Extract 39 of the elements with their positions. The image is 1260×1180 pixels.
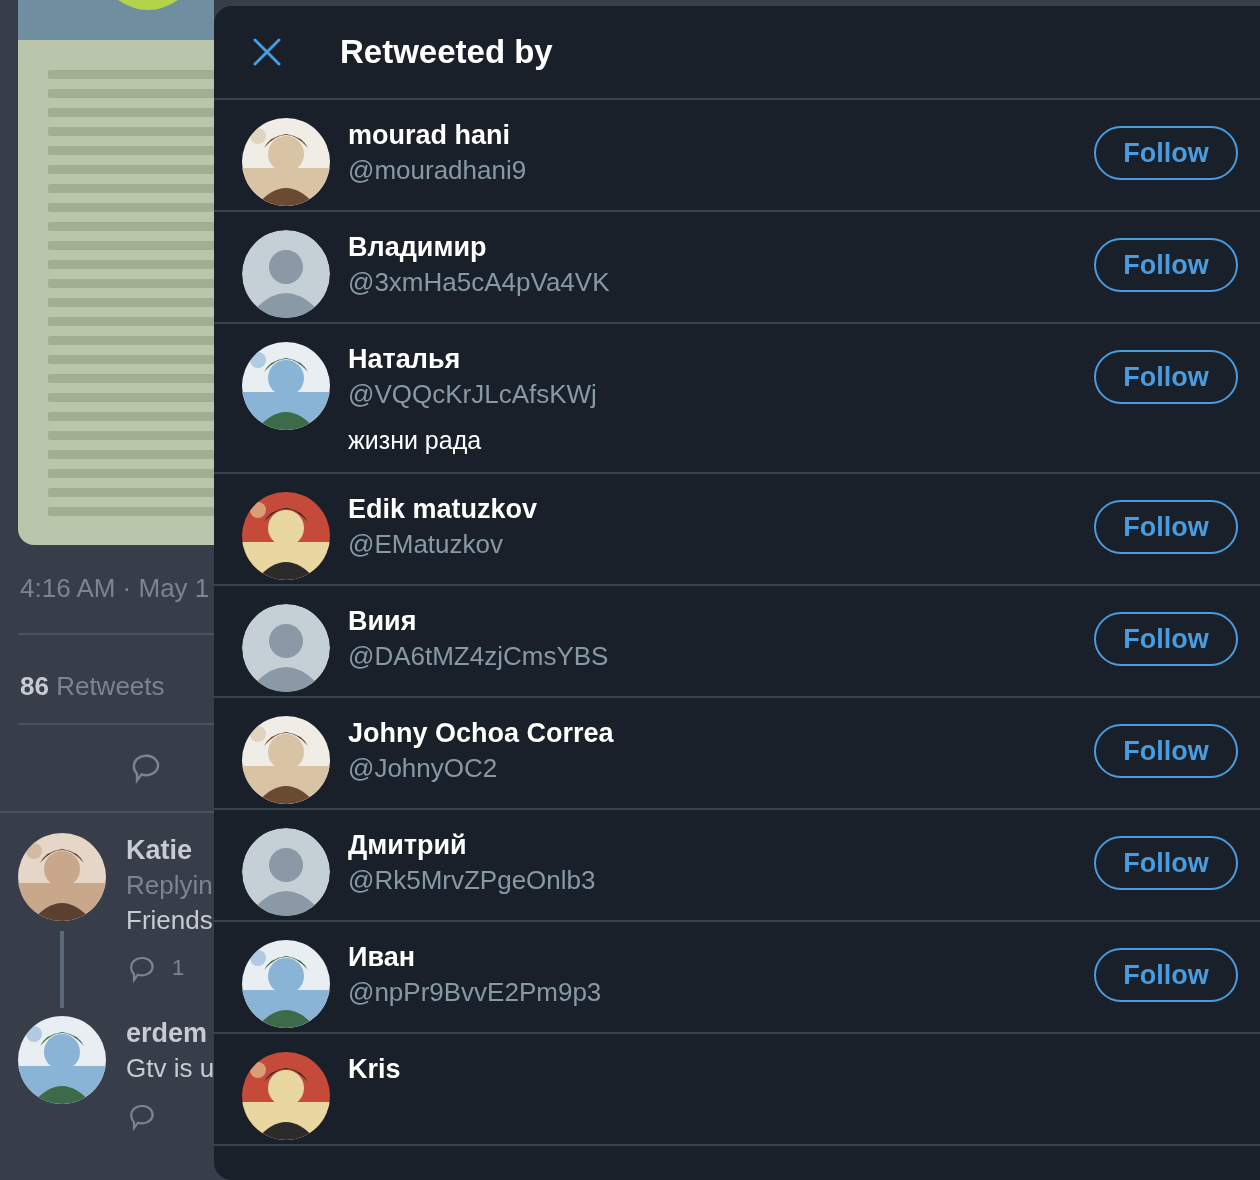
replying-to-text: Replyin — [126, 870, 213, 901]
reply-text: Gtv is u — [126, 1053, 215, 1084]
reply-text: Friends — [126, 905, 213, 936]
user-name: Наталья — [348, 344, 462, 375]
user-handle: @EMatuzkov — [348, 529, 504, 560]
user-handle: @mouradhani9 — [348, 155, 528, 186]
user-name: Виия — [348, 606, 418, 637]
reply-author: Katie — [126, 835, 194, 866]
user-bio: жизни рада — [348, 426, 483, 455]
user-name: Дмитрий — [348, 830, 468, 861]
dialog-title: Retweeted by — [340, 33, 553, 71]
reply-author: erdem — [126, 1018, 209, 1049]
follow-button[interactable]: Follow — [1094, 948, 1238, 1002]
default-avatar-icon — [242, 230, 330, 318]
default-avatar-icon — [242, 604, 330, 692]
retweet-count[interactable]: 86 Retweets — [18, 635, 214, 723]
user-handle: @3xmHa5cA4pVa4VK — [348, 267, 611, 298]
user-handle: @npPr9BvvE2Pm9p3 — [348, 977, 603, 1008]
follow-button[interactable]: Follow — [1094, 836, 1238, 890]
user-handle: @Rk5MrvZPgeOnlb3 — [348, 865, 597, 896]
follow-button[interactable]: Follow — [1094, 724, 1238, 778]
user-handle: @JohnyOC2 — [348, 753, 499, 784]
user-name: Иван — [348, 942, 416, 973]
user-name: Edik matuzkov — [348, 494, 539, 525]
follow-button[interactable]: Follow — [1094, 500, 1238, 554]
user-handle: @DA6tMZ4zjCmsYBS — [348, 641, 610, 672]
user-name: Kris — [348, 1054, 402, 1085]
user-name: mourad hani — [348, 120, 511, 151]
default-avatar-icon — [242, 828, 330, 916]
reply-count: 1 — [172, 955, 185, 981]
follow-button[interactable]: Follow — [1094, 350, 1238, 404]
follow-button[interactable]: Follow — [1094, 612, 1238, 666]
user-handle: @VQQcKrJLcAfsKWj — [348, 379, 598, 410]
close-icon[interactable] — [252, 37, 282, 67]
tweet-timestamp: 4:16 AM · May 1 — [19, 572, 211, 605]
user-name: Владимир — [348, 232, 488, 263]
follow-button[interactable]: Follow — [1094, 238, 1238, 292]
user-name: Johny Ochoa Correa — [348, 718, 615, 749]
follow-button[interactable]: Follow — [1094, 126, 1238, 180]
